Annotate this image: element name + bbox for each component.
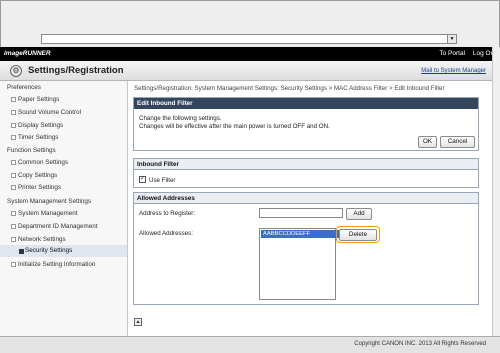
- sidebar-item-copy-settings[interactable]: Copy Settings: [10, 172, 57, 179]
- vertical-scrollbar[interactable]: [492, 47, 500, 336]
- sidebar-item-common-settings[interactable]: Common Settings: [10, 159, 68, 166]
- brand-logo: imageRUNNER: [4, 50, 51, 57]
- chevron-down-icon[interactable]: ▼: [447, 35, 456, 43]
- sidebar-item-department-id-management[interactable]: Department ID Management: [10, 223, 97, 230]
- inbound-filter-panel: Inbound Filter ✓ Use Filter: [133, 158, 479, 188]
- sidebar-group-system-management-settings: System Management Settings: [7, 198, 91, 205]
- top-links: To Portal Log Out: [433, 50, 496, 57]
- top-bar: imageRUNNER To Portal Log Out: [0, 47, 500, 61]
- allowed-addresses-panel: Allowed Addresses Address to Register: A…: [133, 192, 479, 305]
- allowed-addresses-label: Allowed Addresses:: [139, 230, 193, 237]
- add-button[interactable]: Add: [346, 208, 372, 220]
- allowed-addresses-list[interactable]: AABBCCDDEEFF: [259, 228, 339, 300]
- use-filter-checkbox[interactable]: ✓: [139, 176, 146, 183]
- copyright-text: Copyright CANON INC. 2013 All Rights Res…: [354, 341, 486, 347]
- edit-inbound-filter-panel: Edit Inbound Filter Change the following…: [133, 97, 479, 151]
- sidebar-item-paper-settings[interactable]: Paper Settings: [10, 96, 59, 103]
- power-notice-text: Changes will be effective after the main…: [139, 123, 330, 130]
- sidebar-item-network-settings[interactable]: Network Settings: [11, 236, 66, 243]
- instruction-text: Change the following settings.: [139, 115, 222, 122]
- scroll-to-top-icon[interactable]: ▲: [134, 318, 142, 326]
- sidebar-group-preferences: Preferences: [7, 84, 41, 91]
- sidebar-item-system-management[interactable]: System Management: [11, 210, 78, 217]
- sidebar-group-function-settings: Function Settings: [7, 147, 56, 154]
- mail-to-system-manager-link[interactable]: Mail to System Manager: [421, 68, 486, 74]
- title-bar: ⚙ Settings/Registration Mail to System M…: [0, 61, 500, 81]
- sidebar-item-security-settings[interactable]: Security Settings: [0, 245, 127, 257]
- sidebar-item-timer-settings[interactable]: Timer Settings: [10, 134, 58, 141]
- panel-heading: Allowed Addresses: [134, 193, 478, 204]
- sidebar-item-printer-settings[interactable]: Printer Settings: [10, 184, 61, 191]
- panel-heading: Inbound Filter: [134, 159, 478, 170]
- settings-gear-icon: ⚙: [10, 65, 22, 77]
- address-bar[interactable]: ▼: [41, 34, 457, 44]
- sidebar: Preferences Paper Settings Sound Volume …: [0, 81, 128, 340]
- footer: Copyright CANON INC. 2013 All Rights Res…: [0, 336, 500, 353]
- sidebar-item-sound-volume-control[interactable]: Sound Volume Control: [10, 109, 81, 116]
- ok-button[interactable]: OK: [418, 136, 437, 148]
- delete-button[interactable]: Delete: [339, 229, 377, 241]
- to-portal-link[interactable]: To Portal: [439, 50, 465, 57]
- breadcrumb: Settings/Registration: System Management…: [134, 85, 445, 92]
- sidebar-item-initialize-setting-information[interactable]: Initialize Setting Information: [10, 261, 95, 268]
- address-to-register-label: Address to Register:: [139, 210, 196, 217]
- use-filter-label: Use Filter: [149, 177, 176, 184]
- page-title: Settings/Registration: [28, 65, 124, 76]
- cancel-button[interactable]: Cancel: [440, 136, 475, 148]
- sidebar-item-display-settings[interactable]: Display Settings: [10, 122, 63, 129]
- address-to-register-input[interactable]: [259, 208, 343, 218]
- panel-heading: Edit Inbound Filter: [134, 98, 478, 109]
- list-item[interactable]: AABBCCDDEEFF: [261, 230, 339, 238]
- browser-chrome: ▼: [0, 0, 500, 47]
